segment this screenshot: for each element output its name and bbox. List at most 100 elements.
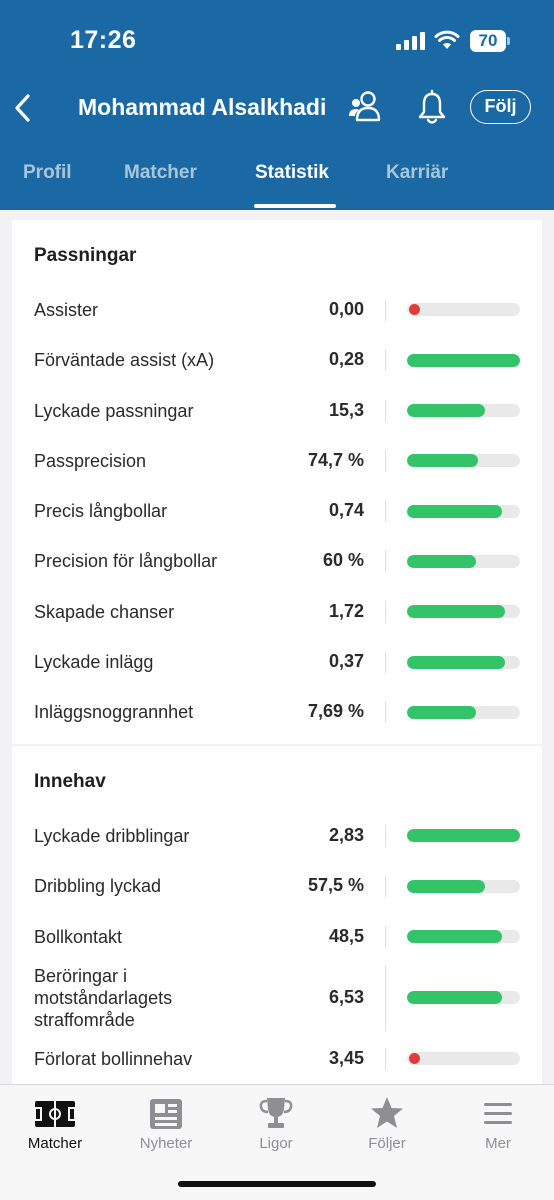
percentile-bar bbox=[407, 991, 520, 1005]
nav-nyheter[interactable]: Nyheter bbox=[118, 1095, 214, 1152]
percentile-fill bbox=[407, 504, 502, 518]
percentile-dot bbox=[409, 304, 420, 316]
percentile-fill bbox=[407, 404, 485, 418]
person-group-icon bbox=[349, 91, 381, 122]
stat-value: 57,5 % bbox=[307, 875, 364, 896]
stat-row[interactable]: Lyckade inlägg 0,37 bbox=[12, 637, 542, 687]
percentile-bar bbox=[407, 655, 520, 669]
stat-label: Förväntade assist (xA) bbox=[34, 350, 215, 371]
stat-row[interactable]: Lyckade dribblingar 2,83 bbox=[12, 811, 542, 861]
stat-label: Precision för långbollar bbox=[34, 551, 218, 572]
stat-row[interactable]: Beröringar i motståndarlagets straffområde… bbox=[12, 962, 542, 1034]
percentile-fill bbox=[407, 454, 479, 468]
stat-row[interactable]: Precis långbollar 0,74 bbox=[12, 486, 542, 536]
stat-divider bbox=[385, 824, 386, 847]
battery-indicator: 70 bbox=[470, 30, 506, 52]
nav-ligor[interactable]: Ligor bbox=[228, 1095, 324, 1152]
section-title: Passningar bbox=[34, 245, 137, 266]
stat-row[interactable]: Inläggsnoggrannhet 7,69 % bbox=[12, 687, 542, 737]
stat-row[interactable]: Precision för långbollar 60 % bbox=[12, 536, 542, 586]
percentile-bar bbox=[407, 504, 520, 518]
stat-label: Passprecision bbox=[34, 450, 147, 471]
stat-label: Lyckade dribblingar bbox=[34, 825, 190, 846]
percentile-fill bbox=[407, 930, 502, 944]
stat-label: Beröringar i motståndarlagets straffområde bbox=[34, 965, 172, 1031]
tab-statistik[interactable]: Statistik bbox=[255, 162, 329, 184]
stat-divider bbox=[385, 500, 386, 523]
stat-divider bbox=[385, 651, 386, 674]
percentile-fill bbox=[407, 829, 520, 843]
cellular-signal-icon bbox=[396, 32, 425, 50]
nav-label: Mer bbox=[485, 1135, 511, 1152]
news-icon bbox=[150, 1099, 182, 1129]
stat-label: Bollkontakt bbox=[34, 926, 123, 947]
percentile-fill bbox=[407, 554, 476, 568]
stats-card-innehav: Innehav Lyckade dribblingar 2,83 Dribbling… bbox=[12, 746, 542, 1086]
stat-value: 15,3 bbox=[328, 399, 364, 420]
stat-row[interactable]: Passprecision 74,7 % bbox=[12, 436, 542, 486]
stat-value: 60 % bbox=[322, 550, 364, 571]
tab-karriar[interactable]: Karriär bbox=[386, 162, 448, 184]
percentile-bar bbox=[407, 705, 520, 719]
percentile-fill bbox=[407, 353, 520, 367]
percentile-bar bbox=[407, 605, 520, 619]
nav-mer[interactable]: Mer bbox=[450, 1095, 546, 1152]
chevron-left-icon bbox=[15, 94, 30, 122]
squad-button[interactable] bbox=[346, 90, 386, 126]
tab-bar: Profil Matcher Statistik Karriär bbox=[0, 148, 554, 210]
bell-icon bbox=[418, 89, 446, 124]
stat-row[interactable]: Förlorat bollinnehav 3,45 bbox=[12, 1034, 542, 1084]
percentile-bar bbox=[407, 404, 520, 418]
stat-divider bbox=[385, 701, 386, 724]
status-time: 17:26 bbox=[70, 26, 137, 54]
percentile-bar bbox=[407, 879, 520, 893]
nav-label: Nyheter bbox=[139, 1135, 193, 1152]
stat-row[interactable]: Förväntade assist (xA) 0,28 bbox=[12, 335, 542, 385]
stat-label: Dribbling lyckad bbox=[34, 876, 162, 897]
nav-matcher[interactable]: Matcher bbox=[7, 1095, 103, 1152]
stats-card-passningar: Passningar Assister 0,00 Förväntade assist… bbox=[12, 220, 542, 744]
wifi-icon bbox=[434, 30, 460, 49]
nav-foljer[interactable]: Följer bbox=[339, 1095, 435, 1152]
stat-row[interactable]: Bollkontakt 48,5 bbox=[12, 911, 542, 961]
percentile-fill bbox=[407, 879, 485, 893]
stat-row[interactable]: Lyckade passningar 15,3 bbox=[12, 385, 542, 435]
follow-button[interactable]: Följ bbox=[470, 90, 531, 124]
tab-profil[interactable]: Profil bbox=[23, 162, 72, 184]
percentile-dot bbox=[409, 1053, 420, 1065]
stat-divider bbox=[385, 449, 386, 472]
page-title: Mohammad Alsalkhadi bbox=[78, 94, 327, 120]
stat-value: 0,00 bbox=[328, 298, 364, 319]
percentile-fill bbox=[407, 705, 476, 719]
stat-divider bbox=[385, 925, 386, 948]
percentile-bar bbox=[407, 554, 520, 568]
stat-label: Precis långbollar bbox=[34, 501, 168, 522]
stat-label: Assister bbox=[34, 299, 99, 320]
stat-label: Förlorat bollinnehav bbox=[34, 1048, 193, 1069]
stat-value: 74,7 % bbox=[307, 449, 364, 470]
stat-row[interactable]: Assister 0,00 bbox=[12, 285, 542, 335]
percentile-bar bbox=[407, 303, 520, 317]
back-button[interactable] bbox=[8, 88, 36, 128]
notifications-button[interactable] bbox=[412, 88, 452, 128]
stat-value: 7,69 % bbox=[307, 701, 364, 722]
stat-value: 2,83 bbox=[328, 824, 364, 845]
home-indicator bbox=[178, 1181, 376, 1187]
stat-row[interactable]: Skapade chanser 1,72 bbox=[12, 587, 542, 637]
tab-matcher[interactable]: Matcher bbox=[124, 162, 197, 184]
title-bar: Mohammad Alsalkhadi Följ bbox=[0, 80, 554, 136]
battery-tip bbox=[507, 37, 510, 45]
stat-label-line: straffområde bbox=[34, 1009, 135, 1030]
percentile-fill bbox=[407, 991, 502, 1005]
stat-label: Inläggsnoggrannhet bbox=[34, 702, 194, 723]
stat-value: 0,28 bbox=[328, 349, 364, 370]
stat-value: 0,37 bbox=[328, 651, 364, 672]
stat-label: Lyckade passningar bbox=[34, 400, 194, 421]
status-bar: 17:26 70 bbox=[0, 0, 554, 80]
app-header: 17:26 70 Mohammad Alsalkhadi Följ Profil… bbox=[0, 0, 554, 210]
percentile-bar bbox=[407, 353, 520, 367]
percentile-fill bbox=[407, 655, 506, 669]
stat-value: 3,45 bbox=[328, 1047, 364, 1068]
menu-icon bbox=[484, 1103, 512, 1124]
stat-row[interactable]: Dribbling lyckad 57,5 % bbox=[12, 861, 542, 911]
